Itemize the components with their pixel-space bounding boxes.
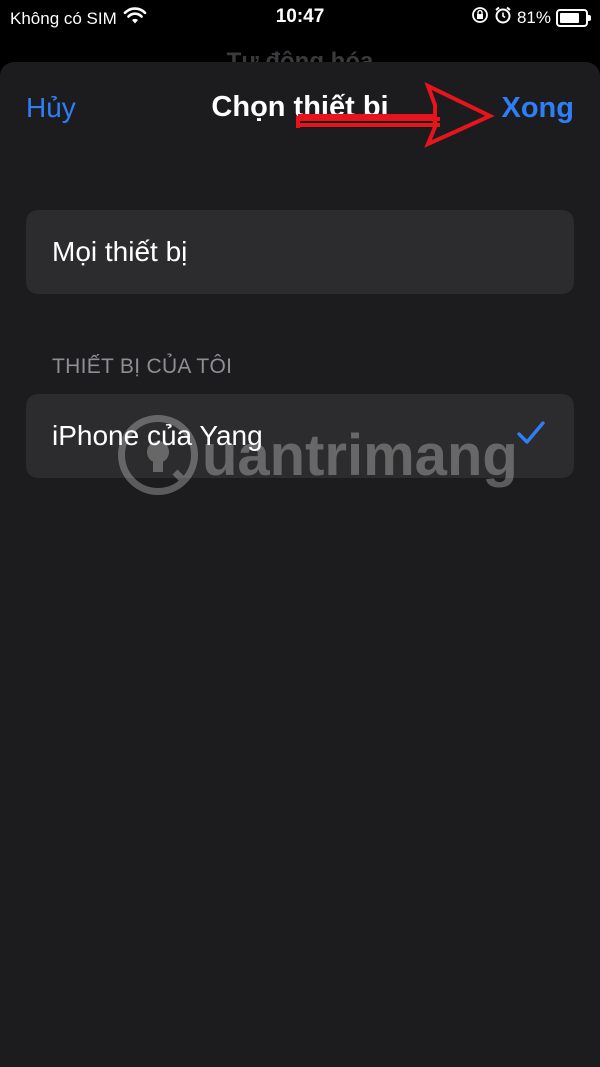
orientation-lock-icon: [471, 6, 489, 29]
all-devices-row[interactable]: Mọi thiết bị: [26, 210, 574, 294]
alarm-icon: [494, 6, 512, 29]
my-devices-header: THIẾT BỊ CỦA TÔI: [52, 355, 233, 378]
watermark-logo-icon: [118, 415, 198, 495]
navigation-bar: Hủy Chọn thiết bị Xong: [0, 62, 600, 152]
all-devices-group: Mọi thiết bị: [26, 210, 574, 294]
battery-icon: [556, 8, 591, 27]
done-button[interactable]: Xong: [502, 92, 575, 125]
watermark-text: uantrimang: [202, 422, 518, 488]
device-picker-sheet: Hủy Chọn thiết bị Xong Mọi thiết bị THIẾ…: [0, 62, 600, 1067]
status-right: 81%: [471, 6, 591, 29]
all-devices-label: Mọi thiết bị: [52, 236, 188, 267]
status-bar: Không có SIM 10:47 81%: [0, 0, 600, 34]
battery-percent: 81%: [516, 7, 551, 27]
checkmark-icon: [516, 420, 546, 453]
watermark: uantrimang: [118, 415, 518, 495]
battery-fill: [560, 12, 579, 23]
annotation-arrow-icon: [296, 82, 495, 148]
